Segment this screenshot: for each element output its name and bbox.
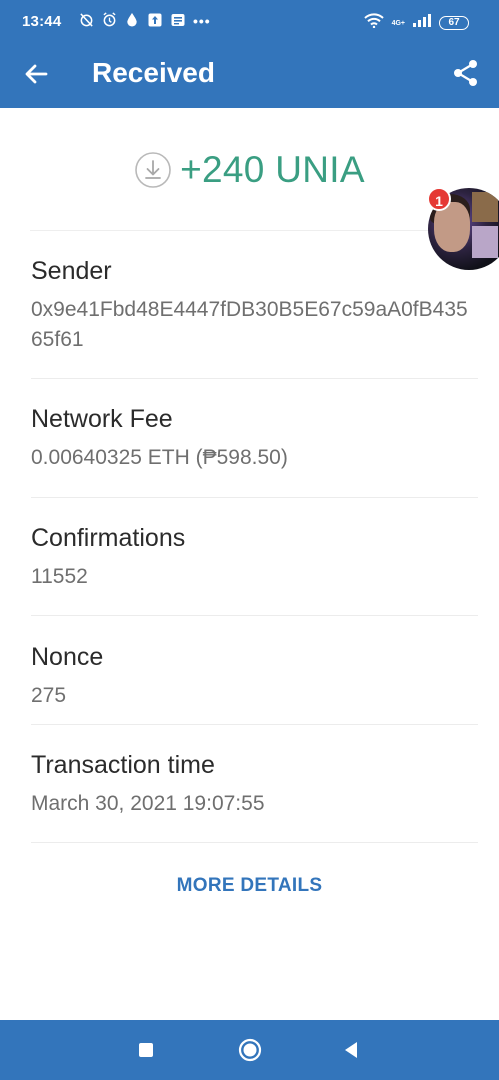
battery-indicator: 67 [439,16,469,30]
status-system-icons: 4G+ 67 [363,13,469,33]
sender-address[interactable]: 0x9e41Fbd48E4447fDB30B5E67c59aA0fB43565f… [31,295,478,355]
share-button[interactable] [451,58,481,88]
square-icon[interactable] [139,1043,153,1057]
divider [30,230,478,231]
page-title: Received [92,57,215,88]
sender-label: Sender [31,257,112,285]
alarm-off-icon [78,12,94,30]
more-details-link[interactable]: MORE DETAILS [0,875,499,897]
download-circle-icon [135,152,171,188]
status-notification-icons: ••• [78,12,211,30]
arrow-left-icon [25,64,48,84]
transaction-summary: +240 UNIA [0,140,499,200]
network-fee-label: Network Fee [31,405,173,433]
alarm-clock-icon [101,12,117,30]
divider [31,842,478,843]
divider [31,497,478,498]
app-bar: Received [0,44,499,108]
transaction-time-section: Transaction time March 30, 2021 19:07:55 [31,749,478,819]
divider [31,724,478,725]
network-type-label: 4G+ [391,19,405,27]
triangle-left-icon[interactable] [343,1040,359,1060]
network-fee-section: Network Fee 0.00640325 ETH (₱598.50) [31,403,478,473]
divider [31,378,478,379]
confirmations-value: 11552 [31,565,88,588]
divider [31,615,478,616]
status-bar: 13:44 ••• 4G+ 67 [0,0,499,44]
news-icon [170,13,186,30]
network-fee-value: 0.00640325 ETH (₱598.50) [31,446,288,469]
confirmations-section: Confirmations 11552 [31,522,478,592]
received-amount: +240 UNIA [180,149,365,190]
back-button[interactable] [20,58,52,90]
more-dots-icon: ••• [193,13,211,29]
top-bar: 13:44 ••• 4G+ 67 Received [0,0,499,108]
system-nav-bar [0,1020,499,1080]
sender-section: Sender 0x9e41Fbd48E4447fDB30B5E67c59aA0f… [31,255,478,355]
wifi-icon [363,13,384,33]
drop-icon [124,12,140,30]
upload-icon [147,13,163,30]
transaction-time-value: March 30, 2021 19:07:55 [31,792,265,815]
share-icon [454,60,477,86]
notification-badge: 1 [427,187,451,211]
nonce-section: Nonce 275 [31,641,478,711]
transaction-time-label: Transaction time [31,751,215,779]
circle-icon[interactable] [238,1038,262,1062]
status-time: 13:44 [22,13,62,30]
nonce-value: 275 [31,684,67,707]
confirmations-label: Confirmations [31,524,186,552]
nonce-label: Nonce [31,643,104,671]
signal-icon [413,14,431,32]
